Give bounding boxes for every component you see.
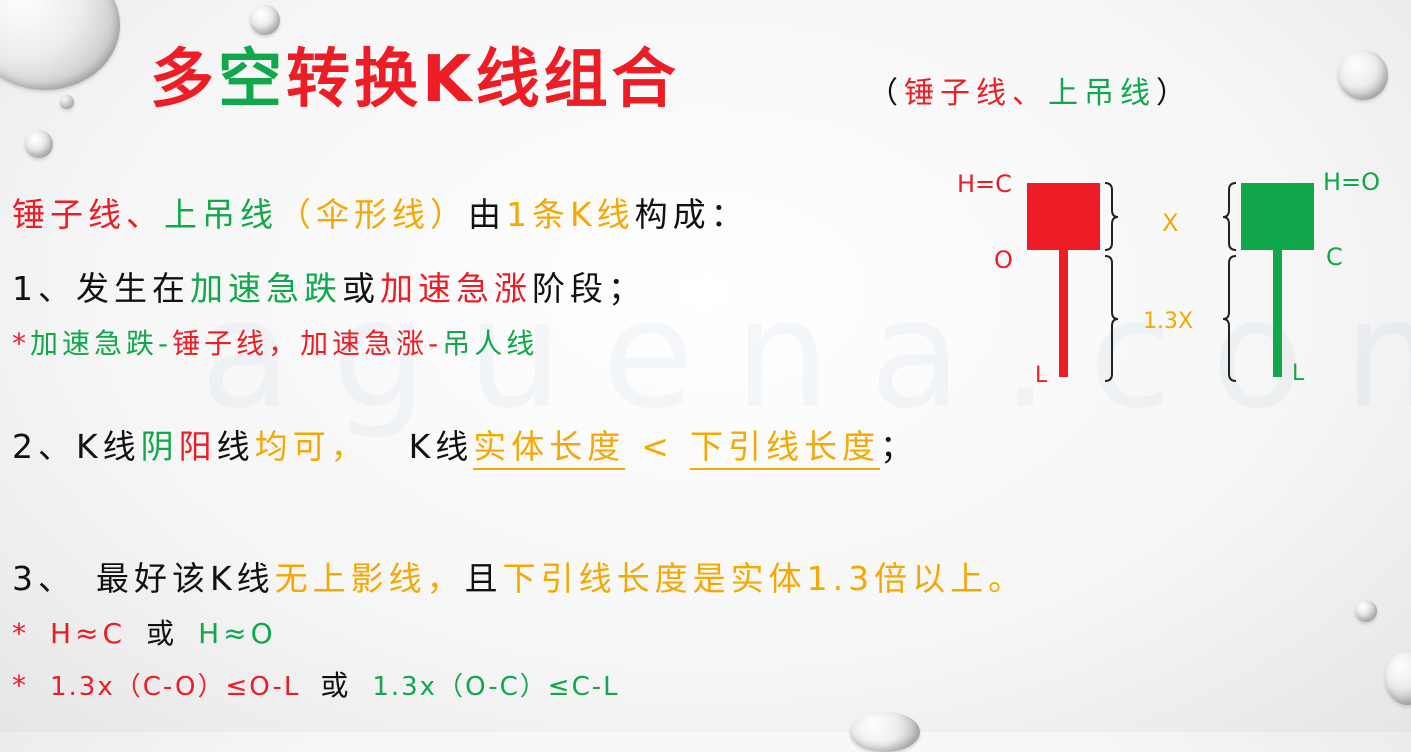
red-open-label: O [994, 246, 1013, 274]
title-part: 多 [150, 43, 218, 117]
condition-or: 或 [146, 617, 179, 650]
item-2: 2、K线阴阳线均可， K线实体长度 < 下引线长度； [12, 420, 918, 470]
brace-wick-left [1104, 255, 1119, 382]
item-text: 阶段； [532, 269, 646, 308]
item-text: 且 [464, 559, 503, 598]
condition-green: H≈O [198, 617, 277, 650]
item-text-red: 阳 [178, 427, 217, 466]
intro-green: 上吊线 [164, 195, 278, 234]
item-text: 线 [216, 427, 255, 466]
subtitle-red: 锤子线、 [904, 76, 1048, 111]
item-text-yellow: 均可， [254, 427, 369, 466]
item-text-green: 阴 [140, 427, 179, 466]
brace-body-right [1222, 182, 1237, 251]
subtitle-paren: （ [868, 76, 904, 111]
item-number: 1、 [12, 269, 76, 308]
title-part: 空 [218, 43, 286, 117]
item-text-yellow: 下引线长度是实体1.3倍以上。 [502, 559, 1027, 598]
note-star: * [12, 327, 30, 360]
item-number: 3、 [12, 559, 76, 598]
condition-2: * 1.3x（C-O）≤O-L 或 1.3x（O-C）≤C-L [12, 664, 620, 704]
item-text: 发生在 [76, 269, 190, 308]
item-text: K线 [408, 427, 474, 466]
item-1: 1、发生在加速急跌或加速急涨阶段； [12, 262, 646, 310]
condition-green: 1.3x（O-C）≤C-L [372, 672, 620, 702]
item-text-yellow-underlined: 实体长度 [473, 427, 626, 470]
note-green: 加速急跌- [30, 327, 173, 360]
item-text: ； [879, 427, 918, 466]
note-star: * [12, 669, 30, 702]
item-text-yellow: 无上影线， [274, 559, 465, 598]
note-red: 加速急涨- [300, 327, 443, 360]
item-text-yellow: < [641, 427, 674, 466]
red-low-label: L [1035, 363, 1048, 388]
red-high-label: H=C [957, 170, 1012, 198]
bubble-decoration [0, 0, 120, 90]
note-star: * [12, 617, 30, 650]
bubble-decoration [1355, 600, 1377, 622]
red-candle-body [1027, 183, 1100, 250]
candlestick-diagram: H=C O L H=O C L X 1.3X [957, 168, 1380, 388]
wick-ratio-label: 1.3X [1143, 309, 1193, 334]
bubble-decoration [60, 95, 74, 109]
red-candle-wick [1059, 250, 1068, 377]
item-1-note: *加速急跌-锤子线，加速急涨-吊人线 [12, 322, 538, 362]
brace-wick-right [1222, 255, 1237, 382]
brace-body-left [1104, 182, 1119, 251]
bubble-decoration [1385, 650, 1411, 705]
condition-1: * H≈C 或 H≈O [12, 612, 277, 652]
note-red: 锤子线， [172, 327, 301, 360]
item-text: 或 [342, 269, 380, 308]
item-text-green: 加速急跌 [190, 269, 342, 308]
intro-yellow: 1条K线 [506, 195, 635, 234]
green-high-label: H=O [1323, 168, 1380, 196]
subtitle-paren: ） [1156, 76, 1192, 111]
green-candle-body [1241, 183, 1314, 250]
page-subtitle: （锤子线、上吊线） [868, 68, 1192, 112]
intro-red: 锤子线、 [12, 195, 164, 234]
title-part: 转换K线组合 [286, 43, 680, 117]
intro-black: 构成： [634, 195, 749, 234]
item-number: 2、 [12, 427, 76, 466]
condition-red: 1.3x（C-O）≤O-L [50, 672, 301, 702]
note-green: 吊人线 [442, 327, 539, 360]
intro-line: 锤子线、上吊线（伞形线）由1条K线构成： [12, 188, 749, 236]
condition-or: 或 [320, 669, 353, 702]
green-low-label: L [1292, 361, 1305, 386]
intro-black: 由 [468, 195, 506, 234]
page-title: 多空转换K线组合 [150, 28, 680, 120]
item-text-red: 加速急涨 [380, 269, 532, 308]
body-length-label: X [1162, 209, 1178, 237]
item-text: 最好该K线 [96, 559, 275, 598]
item-text: K线 [76, 427, 141, 466]
bubble-decoration [850, 712, 920, 752]
bubble-decoration [1338, 50, 1388, 100]
condition-red: H≈C [50, 617, 127, 650]
intro-yellow: （伞形线） [278, 195, 468, 234]
item-text-yellow-underlined: 下引线长度 [689, 427, 880, 470]
item-3: 3、 最好该K线无上影线，且下引线长度是实体1.3倍以上。 [12, 552, 1026, 600]
subtitle-green: 上吊线 [1048, 76, 1156, 111]
bubble-decoration [25, 130, 53, 158]
green-close-label: C [1326, 243, 1343, 271]
green-candle-wick [1273, 250, 1282, 377]
